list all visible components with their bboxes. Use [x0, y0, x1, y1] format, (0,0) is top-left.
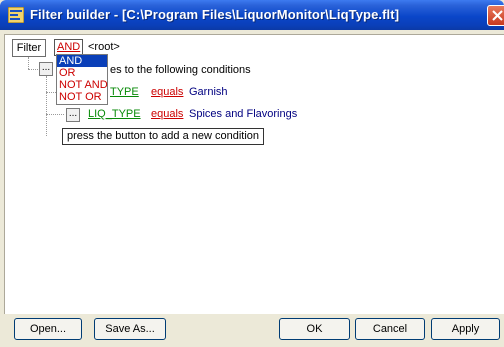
filter-app-icon: [8, 7, 24, 23]
cancel-button[interactable]: Cancel: [355, 318, 425, 340]
condition-value[interactable]: Garnish: [189, 86, 228, 98]
open-button[interactable]: Open...: [14, 318, 82, 340]
root-label: <root>: [88, 41, 120, 53]
window-title: Filter builder - [C:\Program Files\Liquo…: [30, 7, 400, 22]
condition-operator[interactable]: equals: [151, 108, 183, 120]
condition-add-button[interactable]: ...: [66, 108, 80, 122]
dropdown-option-not-and[interactable]: NOT AND: [57, 79, 108, 91]
dropdown-option-and[interactable]: AND: [57, 55, 107, 67]
close-button[interactable]: [487, 5, 504, 26]
condition-value[interactable]: Spices and Flavorings: [189, 108, 297, 120]
condition-field[interactable]: TYPE: [110, 86, 139, 98]
condition-field[interactable]: LIQ_TYPE: [88, 108, 141, 120]
add-condition-tooltip: press the button to add a new condition: [62, 128, 265, 145]
ok-button[interactable]: OK: [279, 318, 350, 340]
dropdown-option-or[interactable]: OR: [57, 67, 107, 79]
close-icon: [492, 10, 503, 21]
filter-root-button[interactable]: Filter: [12, 39, 46, 57]
group-add-button[interactable]: ...: [39, 62, 53, 76]
condition-operator[interactable]: equals: [151, 86, 183, 98]
title-bar: Filter builder - [C:\Program Files\Liquo…: [0, 0, 504, 30]
apply-button[interactable]: Apply: [431, 318, 500, 340]
tree-connector: [28, 57, 29, 69]
save-as-button[interactable]: Save As...: [94, 318, 166, 340]
operator-dropdown[interactable]: AND OR NOT AND NOT OR: [56, 54, 108, 105]
group-conditions-text: es to the following conditions: [110, 64, 251, 76]
dropdown-option-not-or[interactable]: NOT OR: [57, 91, 107, 103]
tree-connector: [46, 114, 64, 115]
tree-connector: [46, 76, 47, 136]
tree-connector: [28, 69, 38, 70]
